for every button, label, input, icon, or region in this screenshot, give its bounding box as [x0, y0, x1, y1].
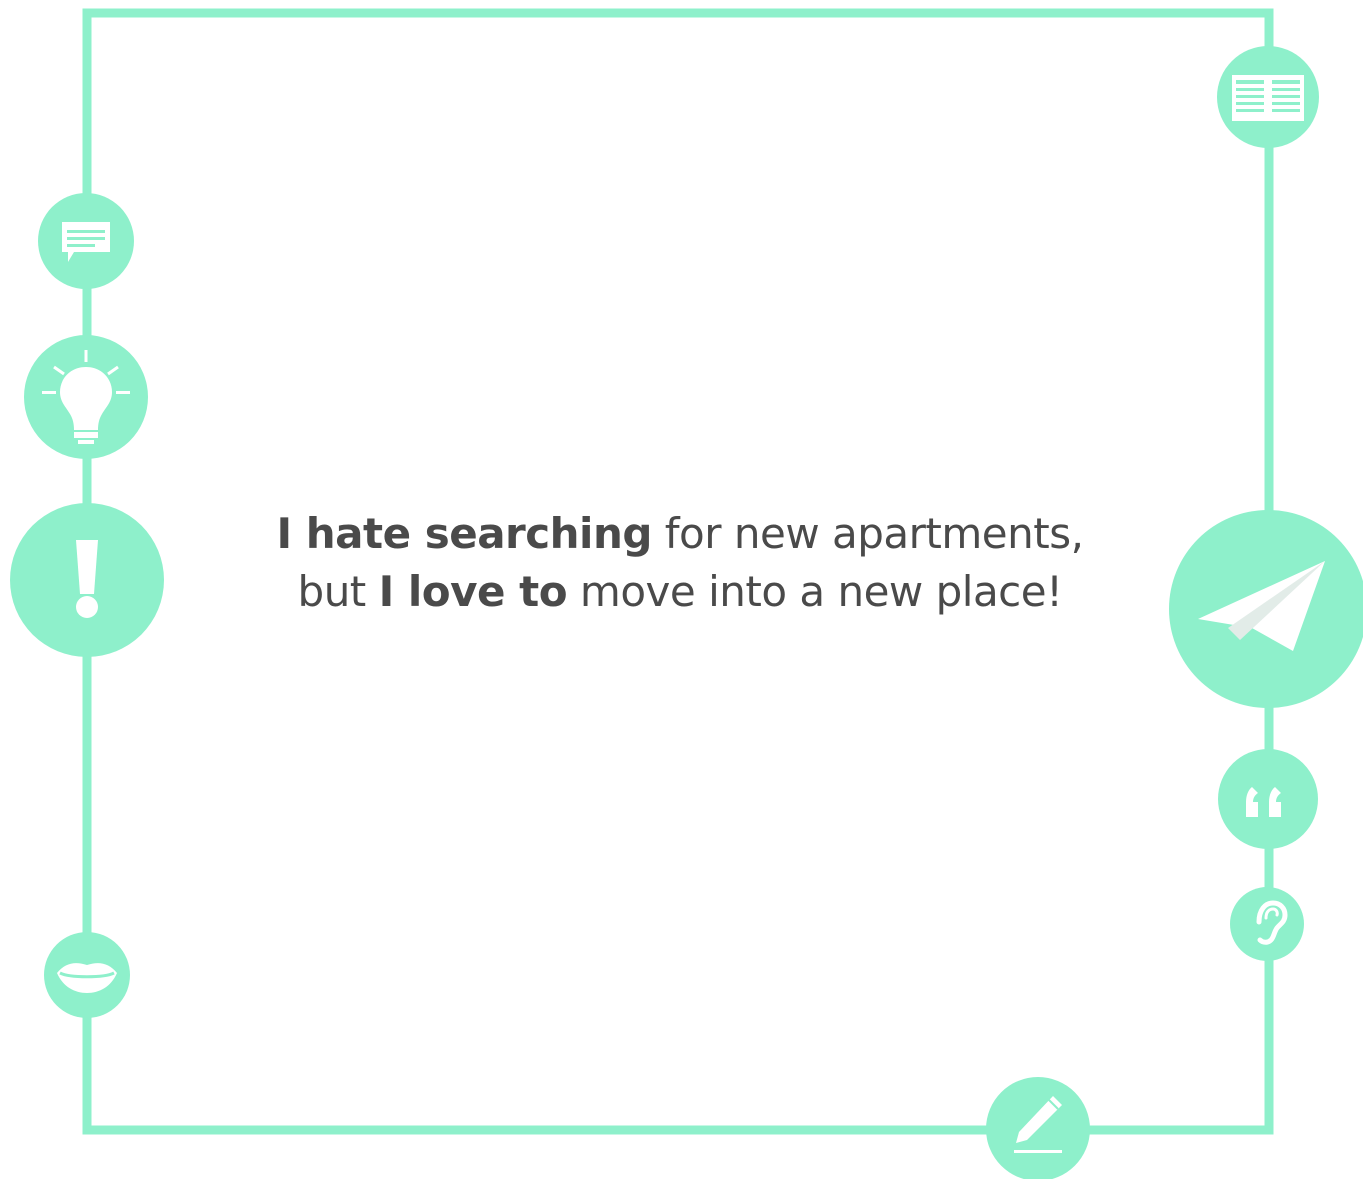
ear-icon — [1230, 887, 1304, 961]
newspaper-icon — [1217, 46, 1319, 148]
chat-bubble-icon — [38, 193, 134, 289]
quote-text: I hate searching for new apartments, but… — [180, 505, 1180, 621]
lips-icon — [44, 932, 130, 1018]
quote-line-1: I hate searching for new apartments, — [180, 505, 1180, 563]
exclamation-icon — [10, 503, 164, 657]
quote-bold-2: I love to — [378, 567, 568, 616]
paper-plane-icon — [1169, 510, 1363, 708]
canvas: I hate searching for new apartments, but… — [0, 0, 1363, 1179]
lightbulb-icon — [24, 335, 148, 459]
pencil-icon — [986, 1077, 1090, 1179]
quote-line-2: but I love to move into a new place! — [180, 563, 1180, 621]
quote-text-1: for new apartments, — [651, 509, 1084, 558]
quote-bold-1: I hate searching — [276, 509, 653, 558]
quote-text-2b: move into a new place! — [567, 567, 1063, 616]
quote-text-2a: but — [297, 567, 379, 616]
quote-mark-icon — [1218, 749, 1318, 849]
